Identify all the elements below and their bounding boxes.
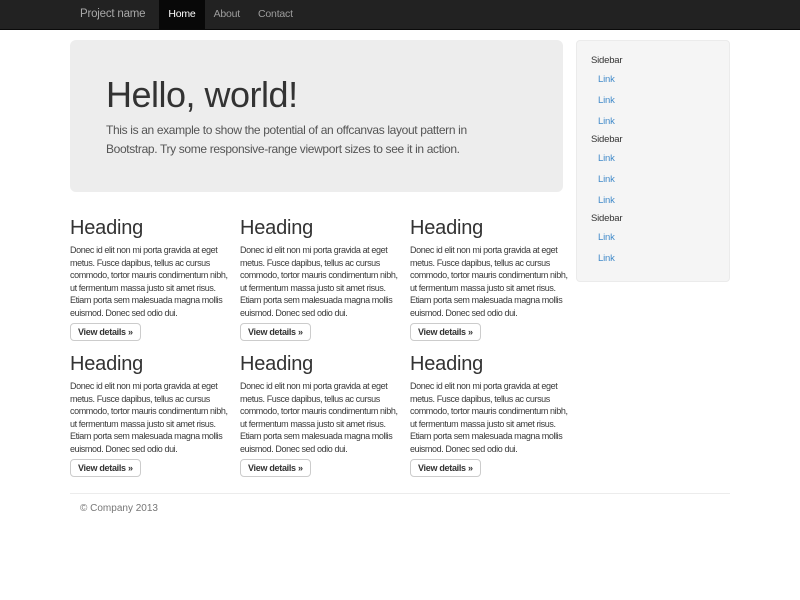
top-navbar: Project name Home About Contact — [0, 0, 800, 30]
card-body-text: Donec id elit non mi porta gravida at eg… — [240, 244, 400, 319]
card-heading: Heading — [240, 352, 400, 376]
card-body-text: Donec id elit non mi porta gravida at eg… — [410, 380, 570, 455]
sidebar-group-label: Sidebar — [577, 132, 729, 148]
sidebar-panel: Sidebar Link Link Link Sidebar Link Link… — [576, 40, 730, 282]
nav-item-about[interactable]: About — [205, 0, 249, 29]
view-details-button[interactable]: View details » — [410, 459, 481, 477]
sidebar-link[interactable]: Link — [577, 111, 729, 132]
jumbotron-description-line: This is an example to show the potential… — [106, 121, 533, 140]
card-body-text: Donec id elit non mi porta gravida at eg… — [70, 380, 230, 455]
main-row: Hello, world! This is an example to show… — [70, 40, 730, 477]
jumbotron: Hello, world! This is an example to show… — [70, 40, 563, 192]
view-details-button[interactable]: View details » — [240, 323, 311, 341]
sidebar-link[interactable]: Link — [577, 227, 729, 248]
card-body-text: Donec id elit non mi porta gravida at eg… — [410, 244, 570, 319]
sidebar-link[interactable]: Link — [577, 90, 729, 111]
view-details-button[interactable]: View details » — [70, 459, 141, 477]
card-body-text: Donec id elit non mi porta gravida at eg… — [70, 244, 230, 319]
card-heading: Heading — [240, 216, 400, 240]
jumbotron-description-line: Bootstrap. Try some responsive-range vie… — [106, 140, 533, 159]
feature-card: Heading Donec id elit non mi porta gravi… — [410, 216, 570, 341]
sidebar-link[interactable]: Link — [577, 248, 729, 269]
card-body-text: Donec id elit non mi porta gravida at eg… — [240, 380, 400, 455]
sidebar-link[interactable]: Link — [577, 190, 729, 211]
card-heading: Heading — [70, 352, 230, 376]
nav-item-home[interactable]: Home — [159, 0, 204, 29]
view-details-button[interactable]: View details » — [70, 323, 141, 341]
feature-card: Heading Donec id elit non mi porta gravi… — [240, 352, 400, 477]
card-heading: Heading — [410, 216, 570, 240]
card-heading: Heading — [70, 216, 230, 240]
brand-link[interactable]: Project name — [70, 0, 155, 29]
feature-card: Heading Donec id elit non mi porta gravi… — [70, 216, 230, 341]
sidebar-group-label: Sidebar — [577, 211, 729, 227]
navbar-menu: Home About Contact — [159, 0, 301, 29]
sidebar-link[interactable]: Link — [577, 148, 729, 169]
copyright-text: © Company 2013 — [70, 503, 730, 514]
nav-item-contact[interactable]: Contact — [249, 0, 302, 29]
sidebar-link[interactable]: Link — [577, 69, 729, 90]
feature-card: Heading Donec id elit non mi porta gravi… — [70, 352, 230, 477]
jumbotron-description: This is an example to show the potential… — [106, 121, 533, 159]
footer-divider — [70, 493, 730, 494]
feature-card: Heading Donec id elit non mi porta gravi… — [410, 352, 570, 477]
sidebar-column: Sidebar Link Link Link Sidebar Link Link… — [576, 40, 730, 282]
view-details-button[interactable]: View details » — [240, 459, 311, 477]
content-column: Hello, world! This is an example to show… — [70, 40, 563, 477]
card-heading: Heading — [410, 352, 570, 376]
feature-card: Heading Donec id elit non mi porta gravi… — [240, 216, 400, 341]
sidebar-link[interactable]: Link — [577, 169, 729, 190]
cards-row-2: Heading Donec id elit non mi porta gravi… — [70, 352, 570, 477]
sidebar-group-label: Sidebar — [577, 53, 729, 69]
page-container: Hello, world! This is an example to show… — [70, 40, 730, 514]
navbar-container: Project name Home About Contact — [70, 0, 730, 29]
cards-row-1: Heading Donec id elit non mi porta gravi… — [70, 216, 570, 341]
view-details-button[interactable]: View details » — [410, 323, 481, 341]
page-title: Hello, world! — [106, 74, 533, 116]
